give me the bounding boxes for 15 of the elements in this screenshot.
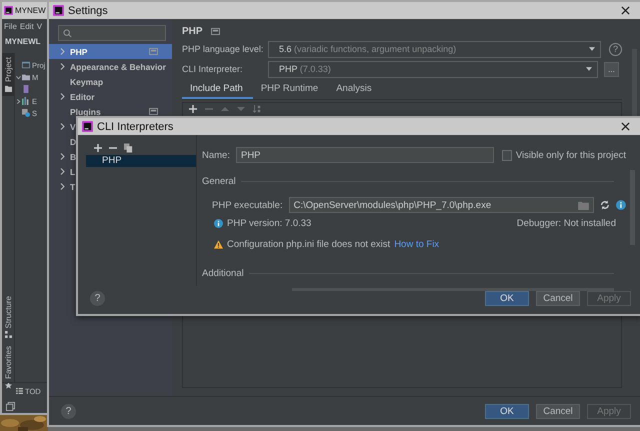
project-title: MYNEWL bbox=[5, 37, 41, 46]
warning-message: Configuration php.ini file does not exist bbox=[227, 238, 390, 250]
field-label: Name: bbox=[202, 150, 230, 160]
checkbox-label: Visible only for this project bbox=[516, 150, 626, 160]
section-title: Additional bbox=[202, 268, 244, 278]
debugger-status: Debugger: Not installed bbox=[516, 218, 616, 228]
window-title: MYNEW bbox=[15, 6, 46, 15]
field-label: PHP executable: bbox=[212, 200, 283, 210]
php-version: PHP version: 7.0.33 bbox=[227, 218, 312, 228]
field-label: CLI Interpreter: bbox=[182, 64, 244, 74]
page-title: PHP bbox=[182, 26, 203, 36]
window-title: CLI Interpreters bbox=[97, 120, 174, 132]
window-title: Settings bbox=[68, 4, 108, 16]
section-title: General bbox=[202, 176, 236, 186]
field-label: PHP language level: bbox=[182, 44, 264, 54]
